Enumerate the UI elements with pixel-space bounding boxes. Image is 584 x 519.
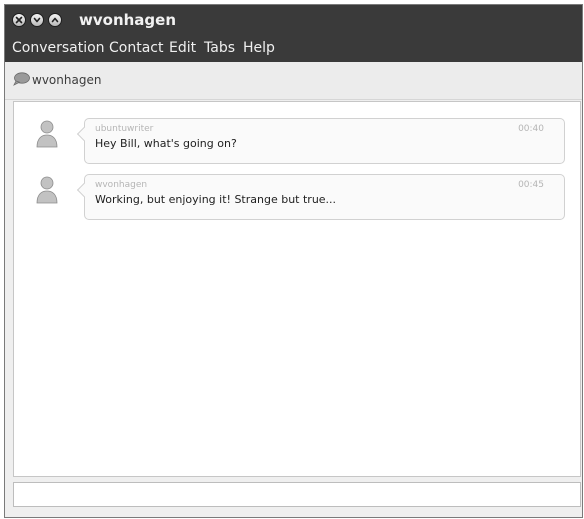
menu-tabs[interactable]: Tabs xyxy=(204,39,235,57)
message-text: Hey Bill, what's going on? xyxy=(95,137,237,150)
message-sender: ubuntuwriter xyxy=(95,124,154,134)
message-sender: wvonhagen xyxy=(95,180,148,190)
message-timestamp: 00:45 xyxy=(518,180,544,190)
minimize-icon xyxy=(33,17,41,23)
maximize-window-button[interactable] xyxy=(48,13,62,27)
conversation-tab[interactable]: wvonhagen xyxy=(5,62,582,100)
message-input[interactable] xyxy=(13,482,581,507)
window-title: wvonhagen xyxy=(79,11,177,29)
close-window-button[interactable] xyxy=(12,13,26,27)
menu-conversation[interactable]: Conversation xyxy=(12,39,105,57)
close-icon xyxy=(15,16,23,24)
menu-edit[interactable]: Edit xyxy=(169,39,196,57)
menu-help[interactable]: Help xyxy=(243,39,275,57)
bubble-pointer xyxy=(76,126,92,142)
chat-bubble-icon xyxy=(13,72,30,86)
tab-label: wvonhagen xyxy=(32,73,102,87)
maximize-icon xyxy=(51,17,59,23)
message-text: Working, but enjoying it! Strange but tr… xyxy=(95,193,337,206)
message-bubble: ubuntuwriter 00:40 Hey Bill, what's goin… xyxy=(76,118,565,164)
menu-bar: Conversation Contact Edit Tabs Help xyxy=(5,35,582,62)
message-bubble: wvonhagen 00:45 Working, but enjoying it… xyxy=(76,174,565,220)
title-bar[interactable]: wvonhagen xyxy=(5,5,582,35)
contact-avatar-icon xyxy=(36,176,58,204)
contact-avatar-icon xyxy=(36,120,58,148)
minimize-window-button[interactable] xyxy=(30,13,44,27)
menu-contact[interactable]: Contact xyxy=(109,39,163,57)
conversation-view[interactable]: ubuntuwriter 00:40 Hey Bill, what's goin… xyxy=(13,101,581,477)
bubble-pointer xyxy=(76,182,92,198)
chat-window: wvonhagen Conversation Contact Edit Tabs… xyxy=(4,4,583,518)
message-timestamp: 00:40 xyxy=(518,124,544,134)
